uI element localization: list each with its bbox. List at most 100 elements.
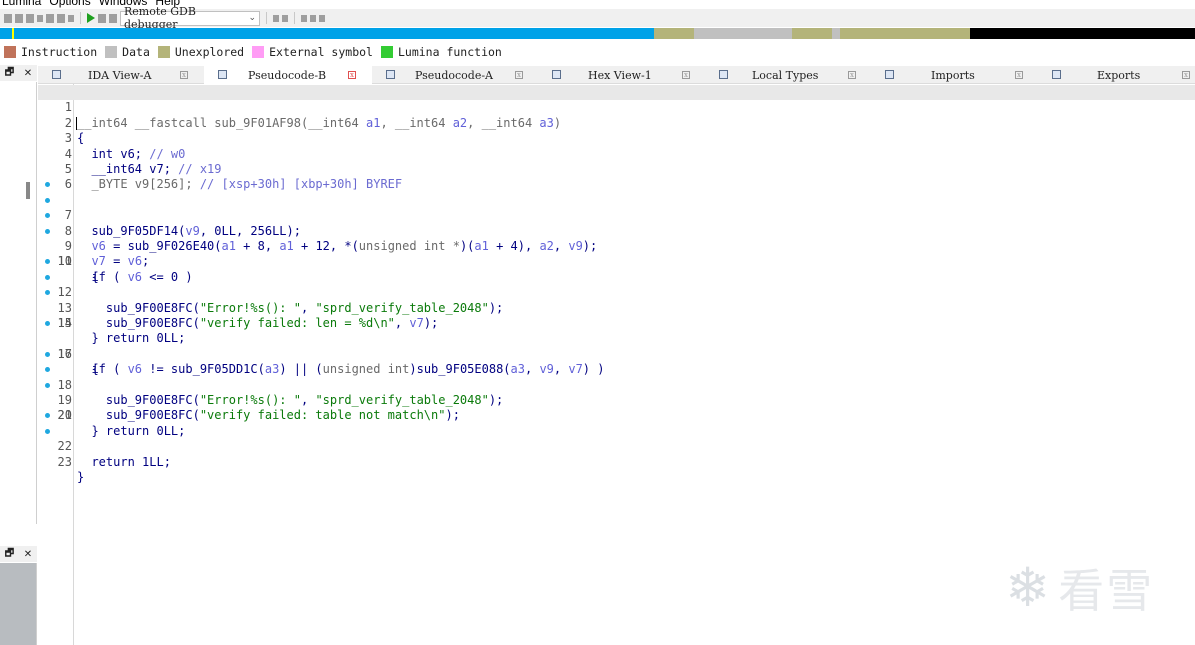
code-line-16[interactable]: 16 if ( v6 != sub_9F05DD1C(a3) || (unsig… [38, 316, 1195, 376]
code-line-5[interactable]: 5 _BYTE v9[256]; // [xsp+30h] [xbp+30h] … [38, 147, 1195, 191]
breakpoint-marker[interactable] [45, 259, 50, 265]
code-line-18[interactable]: 18 sub_9F00E8FC("Error!%s(): ", "sprd_ve… [38, 347, 1195, 407]
tab-label: Local Types [752, 68, 819, 82]
close-icon[interactable]: ✕ [24, 549, 32, 560]
code-line-2[interactable]: 2 { [38, 100, 1195, 145]
close-icon[interactable]: x [515, 71, 523, 79]
disassembly-icon [52, 70, 61, 79]
legend-swatch [380, 46, 393, 58]
hex-view-icon [552, 70, 561, 79]
breakpoint-marker[interactable] [45, 228, 50, 234]
toolbar-icon-4[interactable] [46, 13, 54, 23]
tab-pseudocode-a[interactable]: Pseudocode-A x [372, 66, 538, 84]
code-line-4[interactable]: 4 __int64 v7; // x19 [38, 131, 1195, 176]
tab-hex-view-1[interactable]: Hex View-1 x [538, 66, 706, 84]
exports-icon [1052, 70, 1061, 79]
code-line-21[interactable]: 21 } [38, 393, 1195, 437]
nav-segment-unexplored-1 [654, 28, 694, 39]
breakpoint-marker[interactable] [45, 367, 50, 373]
pseudocode-icon [386, 70, 395, 79]
close-icon[interactable]: x [1015, 71, 1023, 79]
legend-label: Lumina function [397, 45, 502, 59]
toolbar-icon-3[interactable] [26, 13, 34, 23]
code-line-1[interactable]: 1 __int64 __fastcall sub_9F01AF98(__int6… [38, 85, 1195, 130]
breakpoint-marker[interactable] [45, 290, 50, 296]
nav-position-marker [12, 28, 14, 39]
close-icon[interactable]: ✕ [24, 68, 32, 79]
tab-label: Pseudocode-B [248, 68, 327, 82]
float-panel-icon[interactable]: 🗗 [5, 546, 14, 563]
toolbar-separator-2 [266, 12, 267, 24]
stop-icon[interactable] [109, 13, 117, 23]
tab-pseudocode-b[interactable]: Pseudocode-B x [204, 66, 372, 84]
breakpoint-marker[interactable] [45, 428, 50, 434]
code-line-8[interactable]: 8 v6 = sub_9F026E40(a1 + 8, a1 + 12, *(u… [38, 193, 1195, 253]
toolbar-icon-7[interactable] [273, 14, 279, 22]
code-line-20[interactable]: 20 return 0LL; [38, 378, 1195, 438]
breakpoint-marker[interactable] [45, 321, 50, 326]
menu-lumina[interactable]: Lumina [2, 0, 41, 8]
code-line-22[interactable]: 22 return 1LL; [38, 408, 1195, 469]
tab-ida-view-a[interactable]: IDA View-A x [38, 66, 204, 84]
menu-options[interactable]: Options [49, 0, 90, 8]
tab-imports[interactable]: Imports x [872, 66, 1038, 84]
code-line-13[interactable]: 13 sub_9F00E8FC("verify failed: len = %d… [38, 270, 1195, 330]
code-line-11[interactable]: 11 { [38, 239, 1195, 283]
code-line-9[interactable]: 9 v7 = v6; [38, 208, 1195, 268]
toolbar-separator [80, 12, 81, 24]
start-debugger-icon[interactable] [87, 13, 95, 23]
graph-overview-panel[interactable] [0, 563, 37, 645]
debugger-select[interactable]: Remote GDB debugger ⌄ [120, 5, 260, 31]
legend-item-instruction: Instruction [4, 45, 97, 59]
toolbar-icon-9[interactable] [301, 14, 307, 22]
code-line-15[interactable]: 15 } [38, 301, 1195, 345]
tab-label: IDA View-A [88, 68, 152, 82]
breakpoint-marker[interactable] [45, 413, 50, 419]
toolbar-icon-11[interactable] [319, 14, 325, 22]
legend: Instruction Data Unexplored External sym… [0, 44, 506, 60]
toolbar-icon-10[interactable] [310, 14, 316, 22]
tab-local-types[interactable]: Local Types x [706, 66, 872, 84]
legend-item-external-symbol: External symbol [252, 45, 373, 59]
close-icon[interactable]: x [1182, 71, 1190, 79]
code-line-10[interactable]: 10 if ( v6 <= 0 ) [38, 224, 1195, 284]
code-line-7[interactable]: 7 sub_9F05DF14(v9, 0LL, 256LL); [38, 177, 1195, 238]
code-line-23[interactable]: 23 } [38, 424, 1195, 484]
tab-label: Hex View-1 [588, 68, 652, 82]
toolbar-icon-2[interactable] [15, 13, 23, 23]
tab-exports[interactable]: Exports x [1038, 66, 1195, 84]
toolbar-icon-8[interactable] [282, 14, 288, 22]
breakpoint-marker[interactable] [45, 213, 50, 219]
close-icon[interactable]: x [682, 71, 690, 79]
toolbar-icon-1[interactable] [4, 13, 12, 23]
code-line-14[interactable]: 14 return 0LL; [38, 285, 1195, 345]
legend-swatch [4, 46, 16, 58]
breakpoint-marker[interactable] [45, 182, 50, 188]
code-line-6[interactable]: 6 [38, 162, 1195, 191]
toolbar-icon-5[interactable] [57, 13, 65, 23]
toolbar: Remote GDB debugger ⌄ [0, 5, 1195, 31]
breakpoint-marker[interactable] [45, 382, 50, 388]
code-line-19[interactable]: 19 sub_9F00E8FC("verify failed: table no… [38, 362, 1195, 422]
toolbar-icon-6[interactable] [68, 14, 74, 22]
code-line-3[interactable]: 3 int v6; // w0 [38, 116, 1195, 160]
local-types-icon [719, 70, 728, 79]
code-line-17[interactable]: 17 { [38, 331, 1195, 376]
float-panel-icon[interactable]: 🗗 [5, 65, 14, 82]
navigation-band[interactable] [0, 28, 1195, 39]
legend-swatch [105, 46, 118, 58]
imports-icon [885, 70, 894, 79]
code-line-12[interactable]: 12 sub_9F00E8FC("Error!%s(): ", "sprd_ve… [38, 254, 1195, 315]
functions-panel[interactable] [0, 82, 37, 524]
legend-label: Unexplored [174, 45, 245, 59]
watermark-text: 看雪 [1058, 564, 1155, 618]
breakpoint-marker[interactable] [45, 351, 50, 357]
scrollbar-thumb[interactable] [26, 182, 30, 199]
breakpoint-marker[interactable] [45, 274, 50, 280]
close-icon[interactable]: x [348, 71, 356, 79]
pause-icon[interactable] [98, 13, 106, 23]
close-icon[interactable]: x [180, 71, 188, 79]
breakpoint-marker[interactable] [45, 197, 50, 203]
close-icon[interactable]: x [848, 71, 856, 79]
toolbar-dropdown-icon[interactable] [37, 14, 43, 22]
